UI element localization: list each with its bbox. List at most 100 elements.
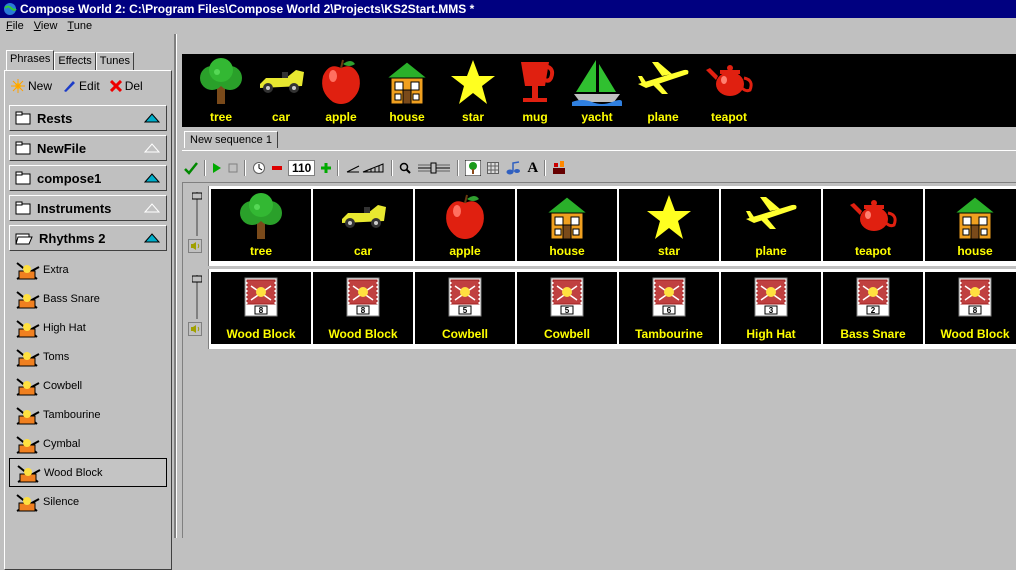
sequence-cell[interactable]: house [925, 189, 1016, 261]
sequence-cell[interactable]: 3 High Hat [721, 272, 821, 344]
phrase-toolbar: New Edit Del [11, 79, 153, 93]
sequence-cell[interactable]: house [517, 189, 617, 261]
menu-bar: File View Tune [0, 18, 1016, 34]
music-note-icon[interactable] [505, 161, 521, 175]
text-label-icon[interactable]: A [527, 160, 538, 177]
collapse-triangle-icon[interactable] [144, 233, 160, 243]
track-controls [184, 186, 209, 266]
palette-item-yacht[interactable]: yacht [568, 54, 626, 127]
tab-divider [182, 150, 1016, 151]
metronome-clock-icon[interactable] [252, 161, 266, 175]
mug-icon [521, 62, 555, 102]
palette-item-tree[interactable]: tree [192, 54, 250, 127]
teapot-icon [706, 65, 753, 96]
delete-button[interactable]: Del [109, 79, 143, 93]
play-icon[interactable] [212, 162, 222, 174]
rhythm-item[interactable]: Tambourine [9, 400, 167, 429]
expand-triangle-icon[interactable] [144, 113, 160, 123]
speaker-icon[interactable] [188, 239, 202, 253]
sequence-cell[interactable]: car [313, 189, 413, 261]
expand-triangle-icon[interactable] [144, 173, 160, 183]
tempo-increase-icon[interactable] [321, 163, 332, 173]
palette-item-plane[interactable]: plane [634, 54, 692, 127]
pencil-icon [64, 81, 76, 92]
palette-item-apple[interactable]: apple [312, 54, 370, 127]
rhythm-item[interactable]: High Hat [9, 313, 167, 342]
sequence-cell[interactable]: plane [721, 189, 821, 261]
sequence-cell[interactable]: 8 Wood Block [211, 272, 311, 344]
volume-wedge-icon[interactable] [345, 162, 385, 174]
zoom-icon[interactable] [399, 162, 412, 174]
drum-phrase-icon [16, 406, 40, 425]
sequence-cell-label: plane [755, 244, 787, 258]
panel-splitter[interactable] [174, 34, 177, 538]
grid-view-icon[interactable] [487, 162, 500, 174]
rhythm-item[interactable]: Extra [9, 255, 167, 284]
palette-item-teapot[interactable]: teapot [700, 54, 758, 127]
menu-file[interactable]: File [6, 20, 24, 32]
rhythm-item[interactable]: Cymbal [9, 429, 167, 458]
volume-slider[interactable] [192, 275, 202, 319]
tab-phrases[interactable]: Phrases [6, 50, 55, 71]
folder-closed-icon [15, 171, 31, 185]
new-button[interactable]: New [11, 79, 52, 93]
palette-item-mug[interactable]: mug [506, 54, 564, 127]
sequence-cell[interactable]: 5 Cowbell [415, 272, 515, 344]
drum-phrase-icon [16, 493, 40, 512]
zoom-slider-icon[interactable] [417, 162, 451, 174]
sequence-cell[interactable]: 5 Cowbell [517, 272, 617, 344]
rhythm-item[interactable]: Silence [9, 487, 167, 516]
drum-phrase-icon [16, 435, 40, 454]
expand-triangle-disabled-icon [144, 143, 160, 153]
folder-rests[interactable]: Rests [9, 105, 167, 131]
menu-tune[interactable]: Tune [67, 20, 92, 32]
sequence-cell[interactable]: 8 Wood Block [313, 272, 413, 344]
check-icon[interactable] [184, 161, 198, 175]
volume-slider[interactable] [192, 192, 202, 236]
palette-item-car[interactable]: car [252, 54, 310, 127]
tree-icon [240, 193, 282, 239]
sequence-cell[interactable]: 8 Wood Block [925, 272, 1016, 344]
palette-item-house[interactable]: house [378, 54, 436, 127]
instrument-colour-icon[interactable] [552, 161, 566, 175]
sequence-cell[interactable]: apple [415, 189, 515, 261]
folder-compose1[interactable]: compose1 [9, 165, 167, 191]
apple-icon [446, 194, 484, 239]
sequence-cell[interactable]: tree [211, 189, 311, 261]
rhythm-item[interactable]: Toms [9, 342, 167, 371]
phrase-number: 2 [871, 306, 876, 315]
rhythm-item-label: Bass Snare [43, 292, 100, 305]
palette-item-star[interactable]: star [444, 54, 502, 127]
rhythm-item[interactable]: Cowbell [9, 371, 167, 400]
sequence-cell-label: Cowbell [543, 327, 590, 341]
sequence-cell-label: Wood Block [226, 327, 296, 341]
sequence-cell[interactable]: star [619, 189, 719, 261]
folder-instruments[interactable]: Instruments [9, 195, 167, 221]
tab-new-sequence-1[interactable]: New sequence 1 [184, 131, 278, 148]
phrases-tab-body: New Edit Del Rests NewFile compose1 Inst… [4, 70, 172, 570]
sequence-cell-label: house [957, 244, 993, 258]
edit-button[interactable]: Edit [62, 79, 100, 93]
folder-rhythms-2[interactable]: Rhythms 2 [9, 225, 167, 251]
stop-icon[interactable] [228, 163, 238, 173]
sequence-cell[interactable]: teapot [823, 189, 923, 261]
rhythm-item[interactable]: Wood Block [9, 458, 167, 487]
picture-view-icon[interactable] [465, 160, 482, 176]
sequence-cell-label: star [657, 244, 680, 258]
menu-view[interactable]: View [34, 20, 58, 32]
tab-tunes[interactable]: Tunes [95, 52, 134, 70]
tempo-field[interactable]: 110 [288, 160, 316, 176]
sequence-cell[interactable]: 6 Tambourine [619, 272, 719, 344]
folder-newfile[interactable]: NewFile [9, 135, 167, 161]
phrase-number: 8 [259, 306, 264, 315]
rhythm-item-label: Tambourine [43, 408, 101, 421]
tempo-decrease-icon[interactable] [272, 165, 282, 171]
sequence-cell[interactable]: 2 Bass Snare [823, 272, 923, 344]
speaker-icon[interactable] [188, 322, 202, 336]
tab-effects[interactable]: Effects [54, 52, 96, 70]
sequence-cell-label: car [353, 244, 373, 258]
drum-phrase-icon: 2 [856, 277, 890, 317]
delete-x-icon [109, 80, 122, 92]
palette-item-label: apple [325, 110, 357, 124]
rhythm-item[interactable]: Bass Snare [9, 284, 167, 313]
